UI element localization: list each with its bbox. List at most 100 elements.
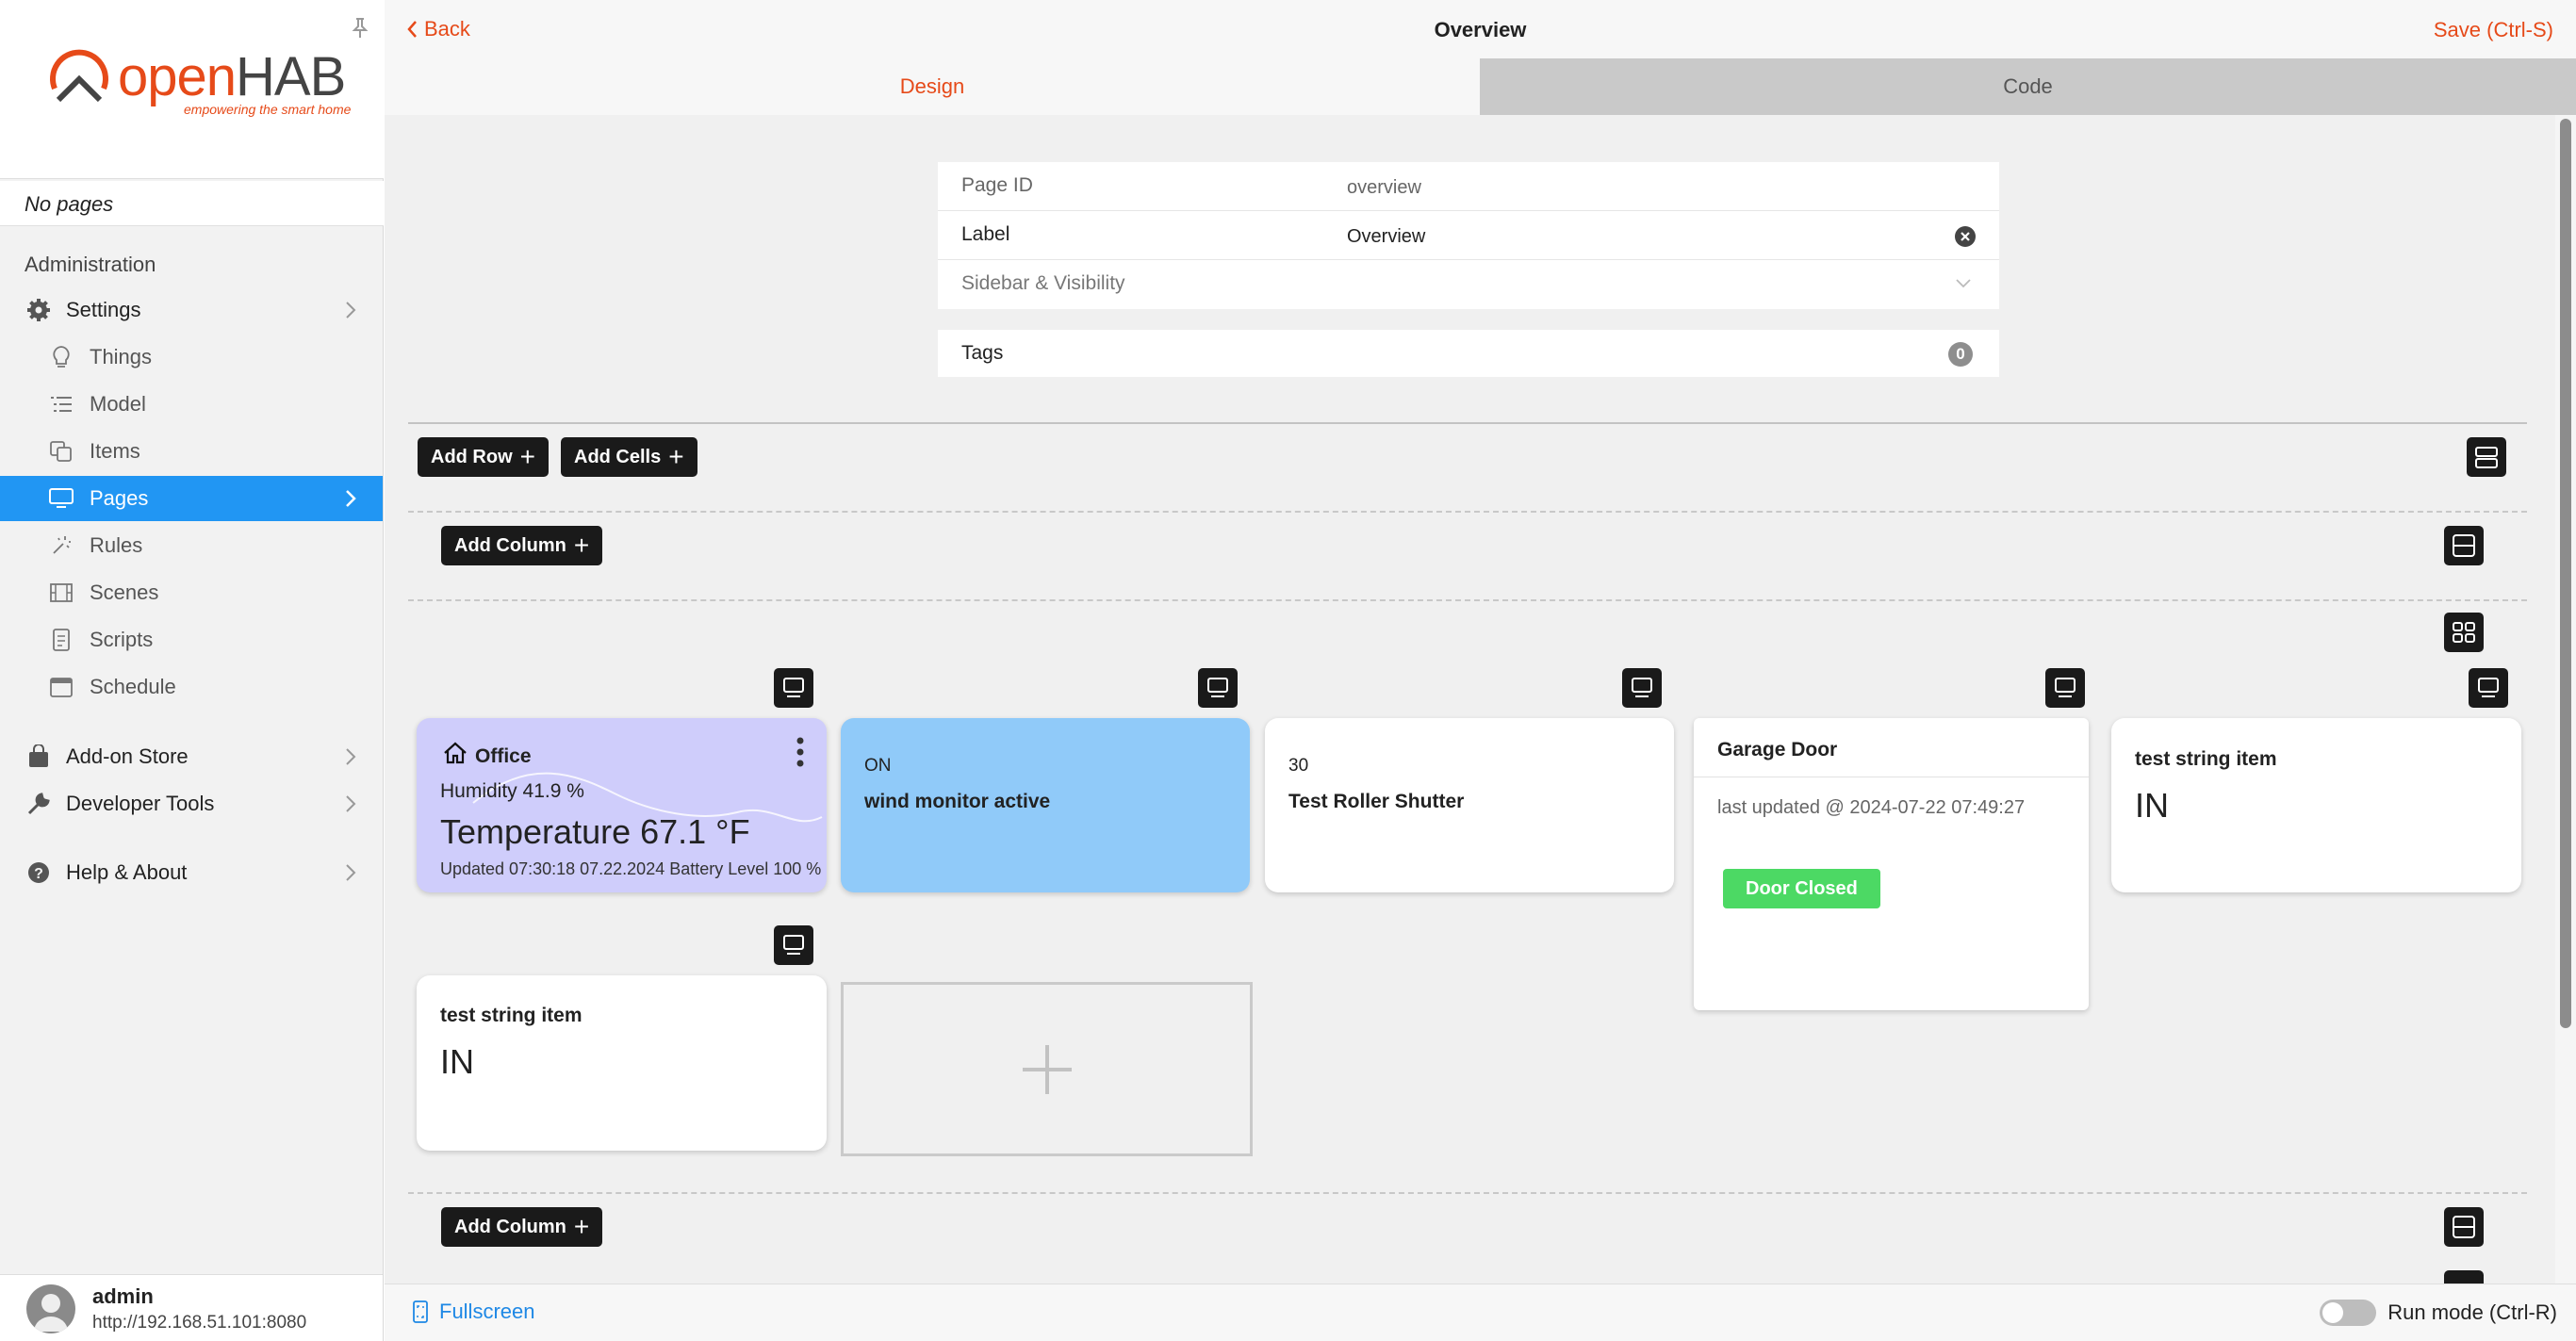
sidebar-item-label: Schedule — [90, 675, 176, 698]
page-id-label: Page ID — [961, 174, 1033, 196]
tags-row[interactable]: Tags 0 — [938, 330, 1999, 377]
sidebar-item-help-about[interactable]: ? Help & About — [0, 850, 383, 895]
wind-monitor-card[interactable]: ON wind monitor active — [841, 718, 1250, 892]
more-vertical-icon[interactable] — [795, 733, 806, 771]
toggle-switch[interactable] — [2320, 1300, 2377, 1326]
sidebar-item-items[interactable]: Items — [0, 429, 383, 474]
humidity-value: Humidity 41.9 % — [440, 780, 584, 802]
add-row-button[interactable]: Add Row + — [418, 437, 550, 477]
item-value: IN — [440, 1042, 474, 1081]
sidebar-item-scripts[interactable]: Scripts — [0, 617, 383, 662]
label-row: Label Overview — [938, 211, 1999, 260]
string-item-card[interactable]: test string item IN — [417, 975, 827, 1151]
card-config-icon[interactable] — [774, 668, 813, 708]
house-icon — [444, 742, 467, 764]
tab-code[interactable]: Code — [1480, 58, 2576, 115]
sidebar-item-settings[interactable]: Settings — [0, 287, 383, 333]
add-column-button[interactable]: Add Column + — [441, 1207, 603, 1247]
wrench-icon — [25, 790, 53, 818]
card-title: test string item — [2135, 748, 2277, 770]
add-column-button[interactable]: Add Column + — [441, 526, 603, 565]
user-panel[interactable]: admin http://192.168.51.101:8080 — [0, 1274, 383, 1341]
sidebar-item-label: Help & About — [66, 860, 188, 884]
fullscreen-label: Fullscreen — [439, 1300, 535, 1323]
sidebar-item-schedule[interactable]: Schedule — [0, 664, 383, 710]
script-icon — [47, 626, 75, 654]
sidebar-visibility-label: Sidebar & Visibility — [961, 272, 1125, 294]
page-id-field[interactable]: overview — [1347, 177, 1421, 199]
run-mode-toggle[interactable]: Run mode (Ctrl-R) — [2320, 1300, 2557, 1326]
sidebar-item-things[interactable]: Things — [0, 335, 383, 380]
list-icon — [47, 390, 75, 418]
save-button[interactable]: Save (Ctrl-S) — [2434, 18, 2553, 42]
bag-icon — [25, 743, 53, 771]
card-title: test string item — [440, 1005, 582, 1026]
pin-icon[interactable] — [350, 17, 370, 40]
sidebar-item-pages[interactable]: Pages — [0, 476, 383, 521]
sidebar-visibility-row[interactable]: Sidebar & Visibility — [938, 260, 1999, 309]
add-cells-button[interactable]: Add Cells + — [561, 437, 697, 477]
cells-grid-icon[interactable] — [2444, 613, 2484, 652]
string-item-card[interactable]: test string item IN — [2111, 718, 2521, 892]
no-pages-label: No pages — [0, 181, 384, 226]
sidebar-item-rules[interactable]: Rules — [0, 523, 383, 568]
card-title: wind monitor active — [864, 791, 1051, 812]
item-state: 30 — [1288, 756, 1309, 776]
card-config-icon[interactable] — [2469, 668, 2508, 708]
toggle-knob — [2322, 1302, 2344, 1323]
card-config-icon[interactable] — [2045, 668, 2085, 708]
run-mode-label: Run mode (Ctrl-R) — [2387, 1300, 2557, 1324]
label-field[interactable]: Overview — [1347, 226, 1425, 248]
sidebar-item-model[interactable]: Model — [0, 382, 383, 427]
column-menu-icon[interactable] — [2444, 526, 2484, 565]
sidebar-item-label: Scripts — [90, 628, 154, 651]
editor-tabs: Design Code — [385, 58, 2576, 115]
roller-shutter-card[interactable]: 30 Test Roller Shutter — [1265, 718, 1674, 892]
logo-area: openHAB empowering the smart home — [0, 0, 384, 179]
page-title: Overview — [1434, 18, 1527, 41]
card-config-icon[interactable] — [1198, 668, 1238, 708]
sidebar-item-developer-tools[interactable]: Developer Tools — [0, 781, 383, 826]
monitor-icon — [47, 484, 75, 513]
add-cells-label: Add Cells — [574, 446, 662, 467]
chevron-left-icon — [407, 21, 417, 38]
chevron-right-icon — [346, 302, 356, 319]
divider — [408, 599, 2527, 601]
help-icon: ? — [25, 859, 53, 887]
sidebar-item-label: Scenes — [90, 581, 159, 604]
add-column-label: Add Column — [454, 1216, 566, 1237]
chevron-right-icon — [346, 864, 356, 881]
chevron-right-icon — [346, 748, 356, 765]
card-title: Test Roller Shutter — [1288, 791, 1465, 812]
garage-door-card[interactable]: Garage Door last updated @ 2024-07-22 07… — [1694, 718, 2089, 1010]
back-button[interactable]: Back — [405, 17, 470, 41]
temperature-value: Temperature 67.1 °F — [440, 812, 750, 851]
card-config-icon[interactable] — [1622, 668, 1662, 708]
item-state: ON — [864, 756, 892, 776]
tab-design[interactable]: Design — [385, 58, 1480, 115]
item-value: IN — [2135, 786, 2169, 825]
office-card[interactable]: Office Humidity 41.9 % Temperature 67.1 … — [417, 718, 827, 892]
sidebar-item-label: Settings — [66, 298, 141, 321]
sidebar-item-scenes[interactable]: Scenes — [0, 570, 383, 615]
fullscreen-button[interactable]: Fullscreen — [411, 1300, 534, 1324]
plus-icon: + — [573, 531, 590, 560]
add-widget-placeholder[interactable] — [841, 982, 1253, 1156]
card-config-icon[interactable] — [774, 925, 813, 965]
design-canvas: Page ID overview Label Overview Sidebar … — [385, 115, 2555, 1284]
tags-label: Tags — [961, 342, 1004, 364]
row-menu-icon[interactable] — [2467, 437, 2506, 477]
last-updated-text: last updated @ 2024-07-22 07:49:27 — [1717, 797, 2026, 818]
scrollbar-thumb[interactable] — [2560, 119, 2571, 1028]
avatar[interactable] — [26, 1284, 75, 1333]
vertical-scrollbar[interactable] — [2555, 115, 2576, 1284]
clear-input-icon[interactable] — [1954, 225, 1977, 248]
chevron-right-icon — [346, 795, 356, 812]
cells-grid-icon[interactable] — [2444, 1270, 2484, 1284]
sidebar-item-addon-store[interactable]: Add-on Store — [0, 734, 383, 779]
column-menu-icon[interactable] — [2444, 1207, 2484, 1247]
svg-text:?: ? — [34, 866, 43, 882]
bottom-toolbar: Fullscreen Run mode (Ctrl-R) — [385, 1284, 2576, 1341]
sidebar-item-label: Developer Tools — [66, 792, 215, 815]
top-navbar: Overview Back Save (Ctrl-S) — [385, 0, 2576, 58]
